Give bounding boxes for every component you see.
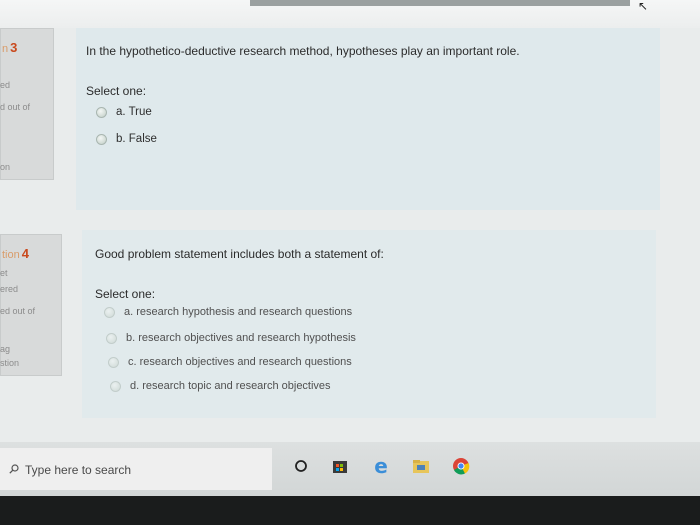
radio-button[interactable] (96, 106, 107, 118)
edge-icon[interactable]: e (370, 456, 392, 476)
answer-option-c[interactable]: c. research objectives and research ques… (108, 356, 352, 368)
store-icon[interactable] (329, 456, 351, 476)
chrome-icon[interactable] (450, 456, 472, 476)
option-label: b. False (116, 133, 157, 145)
answer-option-b[interactable]: b. False (96, 133, 157, 145)
option-label: a. research hypothesis and research ques… (124, 306, 353, 318)
question-flag-detail: stion (0, 358, 20, 368)
question-marks: ed out of (0, 306, 36, 316)
screen-bottom-edge (0, 496, 700, 525)
question-number: tion 4 (2, 246, 29, 261)
select-one-label: Select one: (86, 84, 147, 98)
header-bar (250, 0, 630, 6)
option-label: b. research objectives and research hypo… (126, 332, 356, 344)
task-view-icon[interactable] (290, 456, 312, 476)
answer-option-b[interactable]: b. research objectives and research hypo… (106, 332, 356, 344)
question-status-detail: ered (0, 284, 19, 294)
question-status: et (0, 268, 8, 278)
mouse-cursor-icon: ↖ (638, 0, 649, 13)
svg-text:e: e (374, 456, 388, 476)
select-one-label: Select one: (95, 287, 156, 301)
question-status: ed (0, 80, 11, 90)
question-text: Good problem statement includes both a s… (95, 247, 384, 261)
radio-button[interactable] (110, 380, 121, 392)
answer-option-a[interactable]: a. True (96, 106, 152, 118)
radio-button[interactable] (106, 332, 117, 344)
search-placeholder[interactable]: Type here to search (25, 463, 131, 477)
option-label: c. research objectives and research ques… (128, 356, 352, 368)
question-marks: d out of (0, 102, 31, 112)
radio-button[interactable] (96, 133, 107, 145)
radio-button[interactable] (108, 356, 119, 368)
option-label: d. research topic and research objective… (130, 380, 331, 392)
option-label: a. True (116, 106, 152, 118)
search-icon (9, 464, 19, 474)
radio-button[interactable] (104, 306, 115, 318)
question-text: In the hypothetico-deductive research me… (86, 44, 520, 58)
answer-option-d[interactable]: d. research topic and research objective… (110, 380, 331, 392)
file-explorer-icon[interactable] (410, 456, 432, 476)
answer-option-a[interactable]: a. research hypothesis and research ques… (104, 306, 352, 318)
question-flag: ag (0, 344, 11, 354)
question-flag: on (0, 162, 11, 172)
question-number: n3 (2, 40, 18, 55)
